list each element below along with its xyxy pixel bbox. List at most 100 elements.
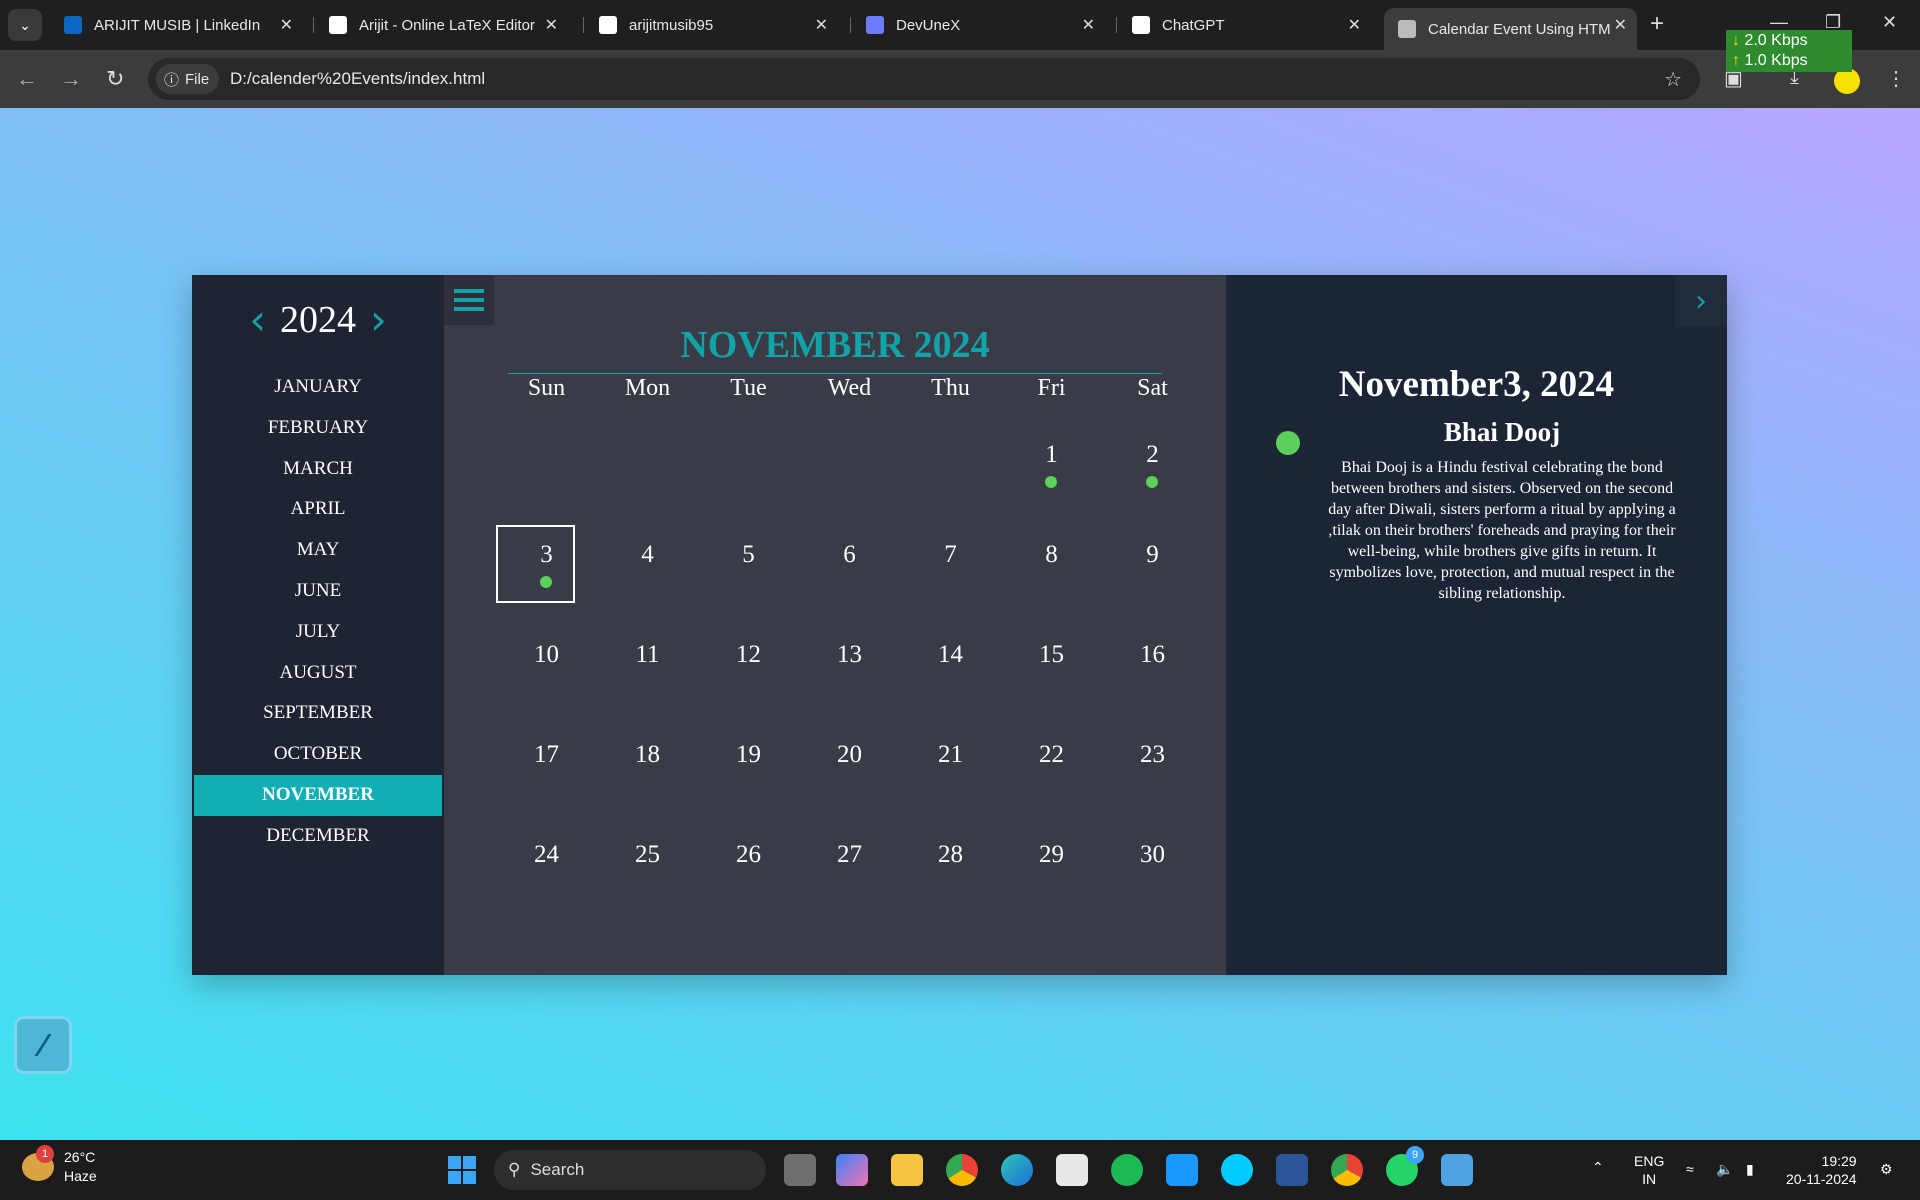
day-cell[interactable]: 12	[698, 611, 799, 711]
day-cell[interactable]: 15	[1001, 611, 1102, 711]
close-tab-icon[interactable]: ✕	[1082, 15, 1095, 35]
task-view-icon[interactable]	[784, 1154, 816, 1186]
region-code: IN	[1642, 1171, 1657, 1187]
browser-tab[interactable]: ChatGPT ✕	[1118, 8, 1371, 42]
month-item-july[interactable]: JULY	[192, 612, 444, 653]
close-tab-icon[interactable]: ✕	[1614, 15, 1627, 35]
prev-year-icon[interactable]: ‹	[249, 299, 266, 341]
day-cell[interactable]: 18	[597, 711, 698, 811]
day-cell[interactable]: 30	[1102, 811, 1203, 911]
forward-icon[interactable]: →	[60, 66, 82, 92]
weekday-label: Sun	[527, 375, 566, 401]
month-item-february[interactable]: FEBRUARY	[192, 408, 444, 449]
site-info-chip[interactable]: ⓘ File	[156, 64, 220, 94]
spotify-icon[interactable]	[1111, 1154, 1143, 1186]
day-cell[interactable]: 26	[698, 811, 799, 911]
browser-tab[interactable]: arijitmusib95 ✕	[585, 8, 838, 42]
day-cell[interactable]: 16	[1102, 611, 1203, 711]
month-item-january[interactable]: JANUARY	[192, 367, 444, 408]
hamburger-menu-icon[interactable]	[444, 275, 494, 325]
weather-widget[interactable]: 1 26°C Haze	[22, 1145, 97, 1186]
whatsapp-icon[interactable]: 9	[1386, 1146, 1424, 1186]
month-item-september[interactable]: SEPTEMBER	[192, 693, 444, 734]
file-explorer-icon[interactable]	[891, 1154, 923, 1186]
notepad-icon[interactable]	[1441, 1154, 1473, 1186]
month-item-may[interactable]: MAY	[192, 530, 444, 571]
day-cell[interactable]: 9	[1102, 511, 1203, 611]
system-clock[interactable]: 19:29 20-11-2024	[1786, 1152, 1857, 1188]
day-cell[interactable]: 28	[900, 811, 1001, 911]
day-number: 8	[1045, 541, 1058, 568]
overleaf-icon	[329, 16, 347, 34]
close-window-icon[interactable]: ✕	[1882, 12, 1897, 33]
next-year-icon[interactable]: ›	[370, 299, 387, 341]
prime-video-icon[interactable]	[1166, 1154, 1198, 1186]
reload-icon[interactable]: ↻	[106, 66, 124, 92]
month-item-april[interactable]: APRIL	[192, 489, 444, 530]
menu-kebab-icon[interactable]: ⋮	[1886, 66, 1906, 91]
day-cell[interactable]: 29	[1001, 811, 1102, 911]
word-icon[interactable]	[1276, 1154, 1308, 1186]
day-cell[interactable]: 24	[496, 811, 597, 911]
new-tab-button[interactable]: +	[1650, 10, 1664, 38]
language-indicator[interactable]: ENG IN	[1634, 1152, 1664, 1188]
calendar-app: ‹ 2024 › JANUARY FEBRUARY MARCH APRIL MAY JUN…	[192, 275, 1727, 975]
wifi-icon[interactable]: ≈	[1686, 1160, 1694, 1178]
tab-search-button[interactable]: ⌄	[8, 9, 42, 41]
day-cell[interactable]: 22	[1001, 711, 1102, 811]
url-text[interactable]: D:/calender%20Events/index.html	[230, 69, 485, 89]
store-icon[interactable]	[1056, 1154, 1088, 1186]
day-cell[interactable]: 25	[597, 811, 698, 911]
weather-badge: 1	[36, 1145, 54, 1163]
browser-tab[interactable]: DevUneX ✕	[852, 8, 1105, 42]
day-cell[interactable]: 2	[1102, 411, 1203, 511]
close-tab-icon[interactable]: ✕	[1348, 15, 1361, 35]
alexa-icon[interactable]	[1221, 1154, 1253, 1186]
close-tab-icon[interactable]: ✕	[545, 15, 558, 35]
browser-tab[interactable]: ARIJIT MUSIB | LinkedIn ✕	[50, 8, 303, 42]
day-cell[interactable]: 21	[900, 711, 1001, 811]
close-tab-icon[interactable]: ✕	[280, 15, 293, 35]
day-cell[interactable]: 8	[1001, 511, 1102, 611]
day-cell[interactable]: 17	[496, 711, 597, 811]
back-icon[interactable]: ←	[16, 66, 38, 92]
month-item-december[interactable]: DECEMBER	[192, 816, 444, 857]
chrome-icon[interactable]	[946, 1154, 978, 1186]
volume-icon[interactable]: 🔈	[1716, 1160, 1733, 1178]
day-cell[interactable]: 7	[900, 511, 1001, 611]
day-cell[interactable]: 19	[698, 711, 799, 811]
chrome-active-icon[interactable]	[1331, 1154, 1363, 1186]
day-cell[interactable]: 20	[799, 711, 900, 811]
battery-icon[interactable]: ▮	[1746, 1160, 1754, 1178]
taskbar-search[interactable]: ⚲ Search	[494, 1150, 766, 1190]
floating-widget-icon[interactable]: ∕	[14, 1016, 72, 1074]
close-tab-icon[interactable]: ✕	[815, 15, 828, 35]
month-item-june[interactable]: JUNE	[192, 571, 444, 612]
day-cell[interactable]: 4	[597, 511, 698, 611]
day-cell[interactable]: 13	[799, 611, 900, 711]
browser-tab[interactable]: Arijit - Online LaTeX Editor ✕	[315, 8, 568, 42]
month-item-october[interactable]: OCTOBER	[192, 734, 444, 775]
bookmark-star-icon[interactable]: ☆	[1664, 67, 1682, 92]
day-cell[interactable]: 14	[900, 611, 1001, 711]
day-cell[interactable]: 27	[799, 811, 900, 911]
notification-icon[interactable]: ⚙	[1880, 1160, 1893, 1178]
chevron-right-icon[interactable]: ›	[1675, 275, 1727, 327]
month-item-august[interactable]: AUGUST	[192, 653, 444, 694]
browser-tab[interactable]: Calendar Event Using HTM ✕	[1384, 8, 1637, 50]
day-cell[interactable]: 5	[698, 511, 799, 611]
empty-day-cell	[698, 411, 799, 511]
edge-icon[interactable]	[1001, 1154, 1033, 1186]
day-cell[interactable]: 3	[496, 511, 597, 611]
copilot-icon[interactable]	[836, 1154, 868, 1186]
day-cell[interactable]: 10	[496, 611, 597, 711]
day-cell[interactable]: 1	[1001, 411, 1102, 511]
windows-start-icon[interactable]	[448, 1156, 476, 1184]
day-cell[interactable]: 23	[1102, 711, 1203, 811]
month-item-march[interactable]: MARCH	[192, 449, 444, 490]
chevron-up-icon[interactable]: ⌃	[1592, 1158, 1604, 1176]
address-bar[interactable]: ⓘ File D:/calender%20Events/index.html ☆	[148, 58, 1700, 100]
day-cell[interactable]: 6	[799, 511, 900, 611]
month-item-november[interactable]: NOVEMBER	[194, 774, 442, 816]
day-cell[interactable]: 11	[597, 611, 698, 711]
